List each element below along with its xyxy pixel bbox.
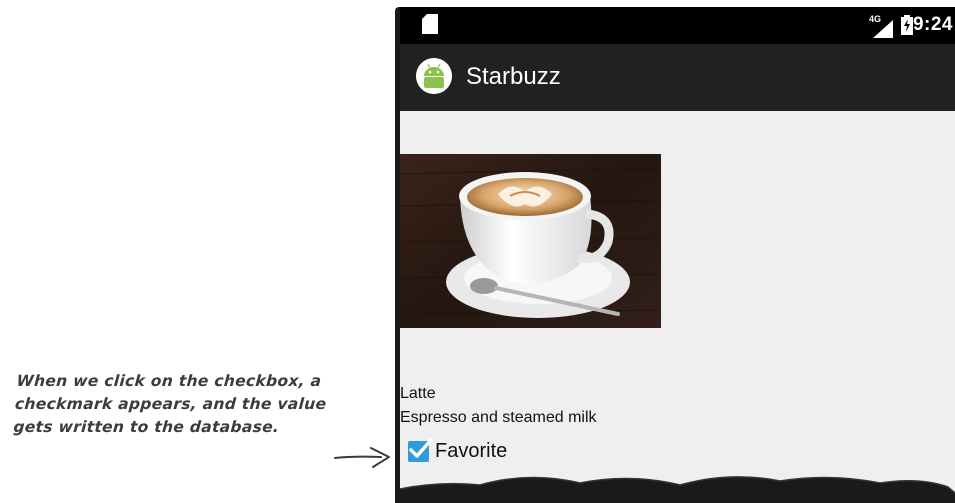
favorite-label[interactable]: Favorite bbox=[435, 440, 507, 463]
annotation-arrow-icon bbox=[334, 447, 390, 468]
annotation-note: When we click on the checkbox, a checkma… bbox=[13, 370, 378, 439]
annotation-line-1: When we click on the checkbox, a bbox=[16, 372, 323, 390]
torn-edge-divider bbox=[400, 476, 955, 503]
drink-description: Espresso and steamed milk bbox=[400, 409, 597, 426]
stage: When we click on the checkbox, a checkma… bbox=[0, 0, 955, 503]
phone-screen: 4G 9:24 Starbuzz Latte Espresso and stea… bbox=[395, 7, 955, 503]
sd-card-icon bbox=[422, 14, 438, 34]
android-robot-icon[interactable] bbox=[416, 58, 452, 94]
favorite-checkbox[interactable] bbox=[408, 437, 433, 462]
checkmark-icon bbox=[409, 437, 433, 458]
annotation-line-2: checkmark appears, and the value bbox=[14, 395, 327, 413]
battery-charging-icon bbox=[901, 15, 913, 35]
latte-photo bbox=[400, 154, 661, 328]
drink-detail-content: Latte Espresso and steamed milk Favorite bbox=[400, 111, 955, 503]
drink-name: Latte bbox=[400, 385, 436, 402]
app-title: Starbuzz bbox=[466, 63, 561, 90]
app-bar: Starbuzz bbox=[400, 44, 955, 111]
annotation-line-3: gets written to the database. bbox=[12, 418, 280, 436]
status-bar: 4G 9:24 bbox=[400, 7, 955, 44]
favorite-checkbox-row[interactable]: Favorite bbox=[408, 436, 507, 466]
status-time: 9:24 bbox=[912, 14, 953, 35]
signal-icon: 4G bbox=[869, 14, 893, 38]
